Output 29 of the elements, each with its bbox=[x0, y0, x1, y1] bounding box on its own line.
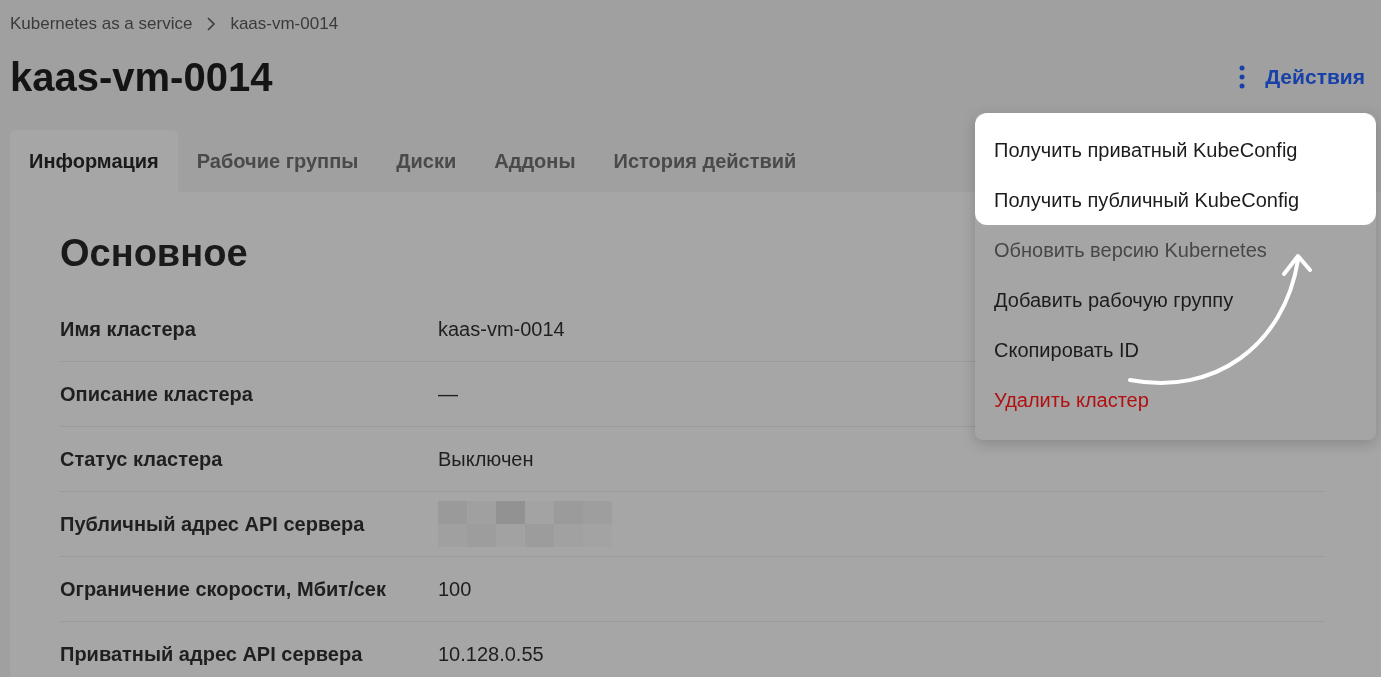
tab[interactable]: Рабочие группы bbox=[177, 130, 378, 192]
field-value: 100 bbox=[438, 577, 472, 601]
field-value: Выключен bbox=[438, 447, 534, 471]
menu-item[interactable]: Получить публичный KubeConfig bbox=[975, 175, 1376, 225]
breadcrumb-link[interactable]: kaas-vm-0014 bbox=[230, 14, 339, 34]
menu-item[interactable]: Удалить кластер bbox=[975, 375, 1376, 425]
field-label: Описание кластера bbox=[60, 382, 254, 406]
field-label: Приватный адрес API сервера bbox=[60, 642, 364, 666]
tab[interactable]: Диски bbox=[377, 130, 476, 192]
more-icon bbox=[1239, 65, 1246, 89]
field-label: Статус кластера bbox=[60, 447, 224, 471]
field-value: kaas-vm-0014 bbox=[438, 317, 565, 341]
tab[interactable]: Информация bbox=[10, 130, 178, 192]
field-value: 10.128.0.55 bbox=[438, 642, 544, 666]
field-value: — bbox=[438, 382, 458, 406]
chevron-right-icon bbox=[206, 16, 217, 32]
section-title: Основное bbox=[60, 232, 248, 275]
tab[interactable]: Аддоны bbox=[475, 130, 595, 192]
menu-item[interactable]: Добавить рабочую группу bbox=[975, 275, 1376, 325]
field-label: Имя кластера bbox=[60, 317, 197, 341]
menu-item[interactable]: Скопировать ID bbox=[975, 325, 1376, 375]
actions-button[interactable]: Действия bbox=[1239, 65, 1365, 89]
breadcrumb-link[interactable]: Kubernetes as a service bbox=[10, 14, 193, 34]
page-title: kaas-vm-0014 bbox=[10, 54, 273, 100]
tab[interactable]: История действий bbox=[594, 130, 816, 192]
field-label: Ограничение скорости, Мбит/сек bbox=[60, 577, 387, 601]
menu-item[interactable]: Получить приватный KubeConfig bbox=[975, 113, 1376, 175]
menu-item[interactable]: Обновить версию Kubernetes bbox=[975, 225, 1376, 275]
field-label: Публичный адрес API сервера bbox=[60, 512, 366, 536]
